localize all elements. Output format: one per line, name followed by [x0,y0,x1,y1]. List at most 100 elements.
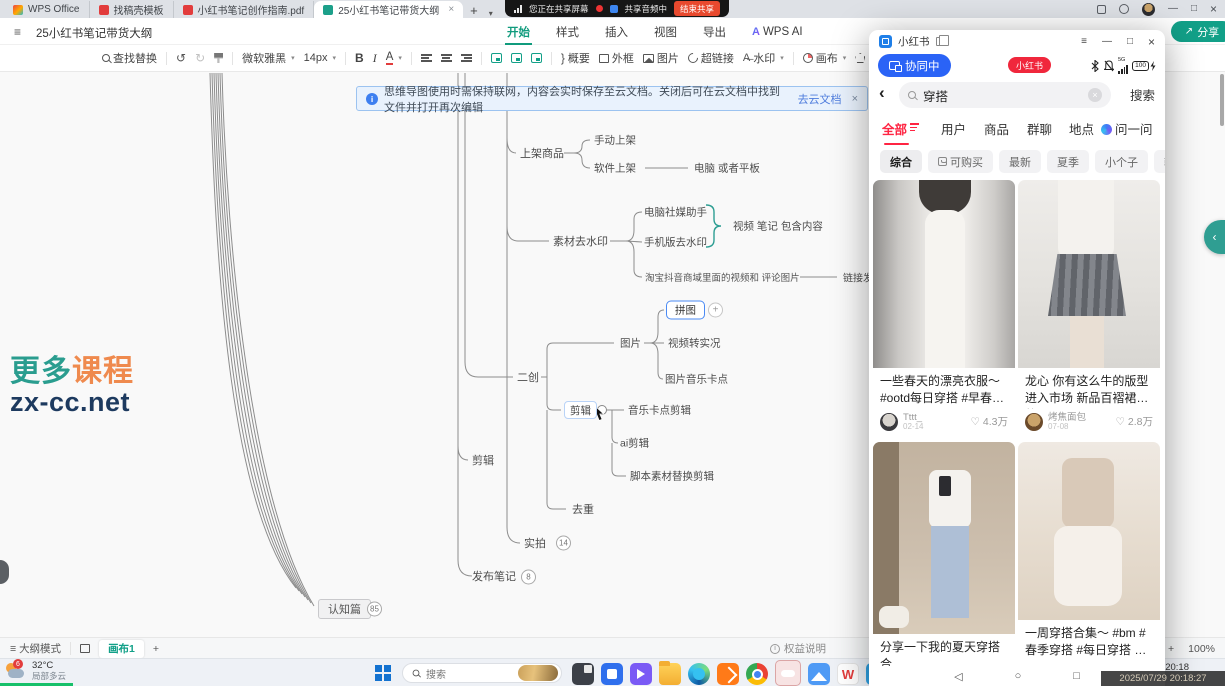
maximize-button[interactable]: □ [1191,4,1197,14]
node-edit-hovered[interactable]: 剪辑 [564,401,597,419]
node-publish-note[interactable]: 发布笔记 [472,568,516,584]
tab-all[interactable]: 全部 [882,119,919,138]
menu-wps-ai[interactable]: AWPS AI [750,21,805,43]
node-real-shoot[interactable]: 实拍 [524,535,546,551]
image-button[interactable]: 图片 [643,50,679,66]
tab-places[interactable]: 地点 [1069,119,1094,138]
node-manual-shelve[interactable]: 手动上架 [594,133,636,148]
menu-home[interactable]: 开始 [505,19,532,45]
stop-share-button[interactable]: 结束共享 [674,1,720,16]
nav-back-button[interactable]: ◁ [954,670,962,683]
taskbar-search[interactable]: 搜索 [402,663,562,683]
tab-wps-office[interactable]: WPS Office [4,1,90,18]
tab-close-icon[interactable]: × [448,4,454,15]
start-button[interactable] [375,665,391,681]
undo-button[interactable]: ↺ [176,51,186,65]
photos-app-icon[interactable] [808,663,830,685]
collaboration-badge[interactable]: 协同中 [878,54,951,77]
filter-comprehensive[interactable]: 综合 [880,150,922,173]
filter-petite[interactable]: 小个子 [1095,150,1148,173]
outline-mode-button[interactable]: ≡ 大纲模式 [10,641,61,656]
media-player-icon[interactable] [630,663,652,685]
tab-mindmap-active[interactable]: 25小红书笔记带货大纲 × [314,1,463,18]
menu-export[interactable]: 导出 [701,19,728,45]
like-count[interactable]: ♡2.8万 [1115,414,1153,429]
filter-purchasable[interactable]: 可购买 [928,150,993,173]
phone-minimize-button[interactable]: — [1102,36,1112,47]
nav-home-button[interactable]: ○ [1015,670,1022,682]
avatar[interactable] [1142,3,1155,16]
collapse-badge[interactable]: 14 [556,536,571,551]
tab-users[interactable]: 用户 [941,119,966,138]
node-music-beat-edit[interactable]: 音乐卡点剪辑 [628,403,691,418]
node-taobao-douyin-material[interactable]: 淘宝抖音商域里面的视频和 评论图片 [645,270,800,284]
node-video-note-content[interactable]: 视频 笔记 包含内容 [733,219,823,234]
node-edit-branch[interactable]: 剪辑 [472,452,494,468]
rights-info[interactable]: i 权益说明 [770,638,826,659]
note-card[interactable]: 龙心 你有这么牛的版型进入市场 新品百褶裙真的… 烤焦面包07-08 ♡2.8万 [1018,180,1160,438]
filter-newest[interactable]: 最新 [999,150,1041,173]
insert-floating-topic-icon[interactable] [531,53,542,63]
node-video-to-live[interactable]: 视频转实况 [668,336,721,351]
tab-groups[interactable]: 群聊 [1027,119,1052,138]
hamburger-menu-icon[interactable]: ≡ [14,25,21,39]
node-picture[interactable]: 图片 [620,336,641,351]
close-button[interactable]: × [1210,3,1217,15]
active-app-highlight[interactable] [775,660,801,686]
download-app-icon[interactable] [717,663,739,685]
tab-ask[interactable]: 问一问 [1101,119,1153,138]
filter-summer[interactable]: 夏季 [1047,150,1089,173]
edge-browser-icon[interactable] [688,663,710,685]
weather-widget[interactable]: 6 32°C 局部多云 [5,661,66,682]
menu-style[interactable]: 样式 [554,19,581,45]
phone-close-button[interactable]: × [1148,35,1155,49]
font-size-select[interactable]: 14px▾ [304,52,336,64]
note-card[interactable]: 分享一下我的夏天穿搭合 [873,442,1015,675]
avatar[interactable] [1025,413,1043,431]
node-second-creation[interactable]: 二创 [517,369,539,385]
collapse-badge[interactable]: 8 [521,570,536,585]
snip-tool-icon[interactable] [572,663,594,685]
vertical-scrollbar[interactable] [1220,74,1224,126]
go-cloud-link[interactable]: 去云文档 [798,91,842,107]
search-submit-button[interactable]: 搜索 [1130,85,1155,104]
tab-list-caret-icon[interactable]: ▾ [485,9,497,18]
collapse-badge[interactable]: 85 [367,602,382,617]
node-shelve-product[interactable]: 上架商品 [520,145,564,161]
tab-goods[interactable]: 商品 [984,119,1009,138]
extensions-icon[interactable] [1097,5,1106,14]
nav-recents-button[interactable]: □ [1073,670,1080,682]
like-count[interactable]: ♡4.3万 [970,414,1008,429]
new-tab-button[interactable]: + [463,3,485,18]
font-color-button[interactable]: A▾ [386,51,402,66]
insert-topic-icon[interactable] [491,53,502,63]
node-mobile-remove-watermark[interactable]: 手机版去水印 [644,235,707,250]
avatar[interactable] [880,413,898,431]
align-center-icon[interactable] [441,53,452,64]
tab-pdf-guide[interactable]: 小红书笔记创作指南.pdf [174,1,315,18]
align-left-icon[interactable] [421,53,432,64]
zoom-level[interactable]: 100% [1188,643,1215,655]
add-canvas-button[interactable]: + [153,643,159,655]
phone-menu-button[interactable]: ≡ [1081,36,1087,47]
minimize-button[interactable]: — [1168,4,1178,14]
summary-button[interactable]: }概要 [561,50,590,66]
italic-button[interactable]: I [373,51,377,66]
back-icon[interactable]: ‹ [879,84,885,101]
canvas-button[interactable]: 画布▾ [803,50,847,66]
phone-window-titlebar[interactable]: 小红书 ≡ — □ × [869,30,1165,53]
node-pc-social-helper[interactable]: 电脑社媒助手 [644,205,707,220]
redo-button[interactable]: ↻ [195,51,205,65]
clear-search-icon[interactable]: × [1088,88,1102,102]
wps-office-icon[interactable]: W [837,663,859,685]
align-right-icon[interactable] [461,53,472,64]
note-card[interactable]: 一些春天的漂亮衣服～ #ootd每日穿搭 #早春… Tttt_02-14 ♡4.… [873,180,1015,438]
globe-icon[interactable] [1119,4,1129,14]
layers-icon[interactable] [80,644,90,653]
node-cognition[interactable]: 认知篇 [318,599,371,619]
copy-icon[interactable] [936,37,944,46]
tab-template[interactable]: 找稿壳模板 [90,1,174,18]
search-input[interactable]: 穿搭 × [899,82,1111,108]
font-family-select[interactable]: 微软雅黑▾ [242,50,295,66]
canvas-tab[interactable]: 画布1 [99,640,144,658]
